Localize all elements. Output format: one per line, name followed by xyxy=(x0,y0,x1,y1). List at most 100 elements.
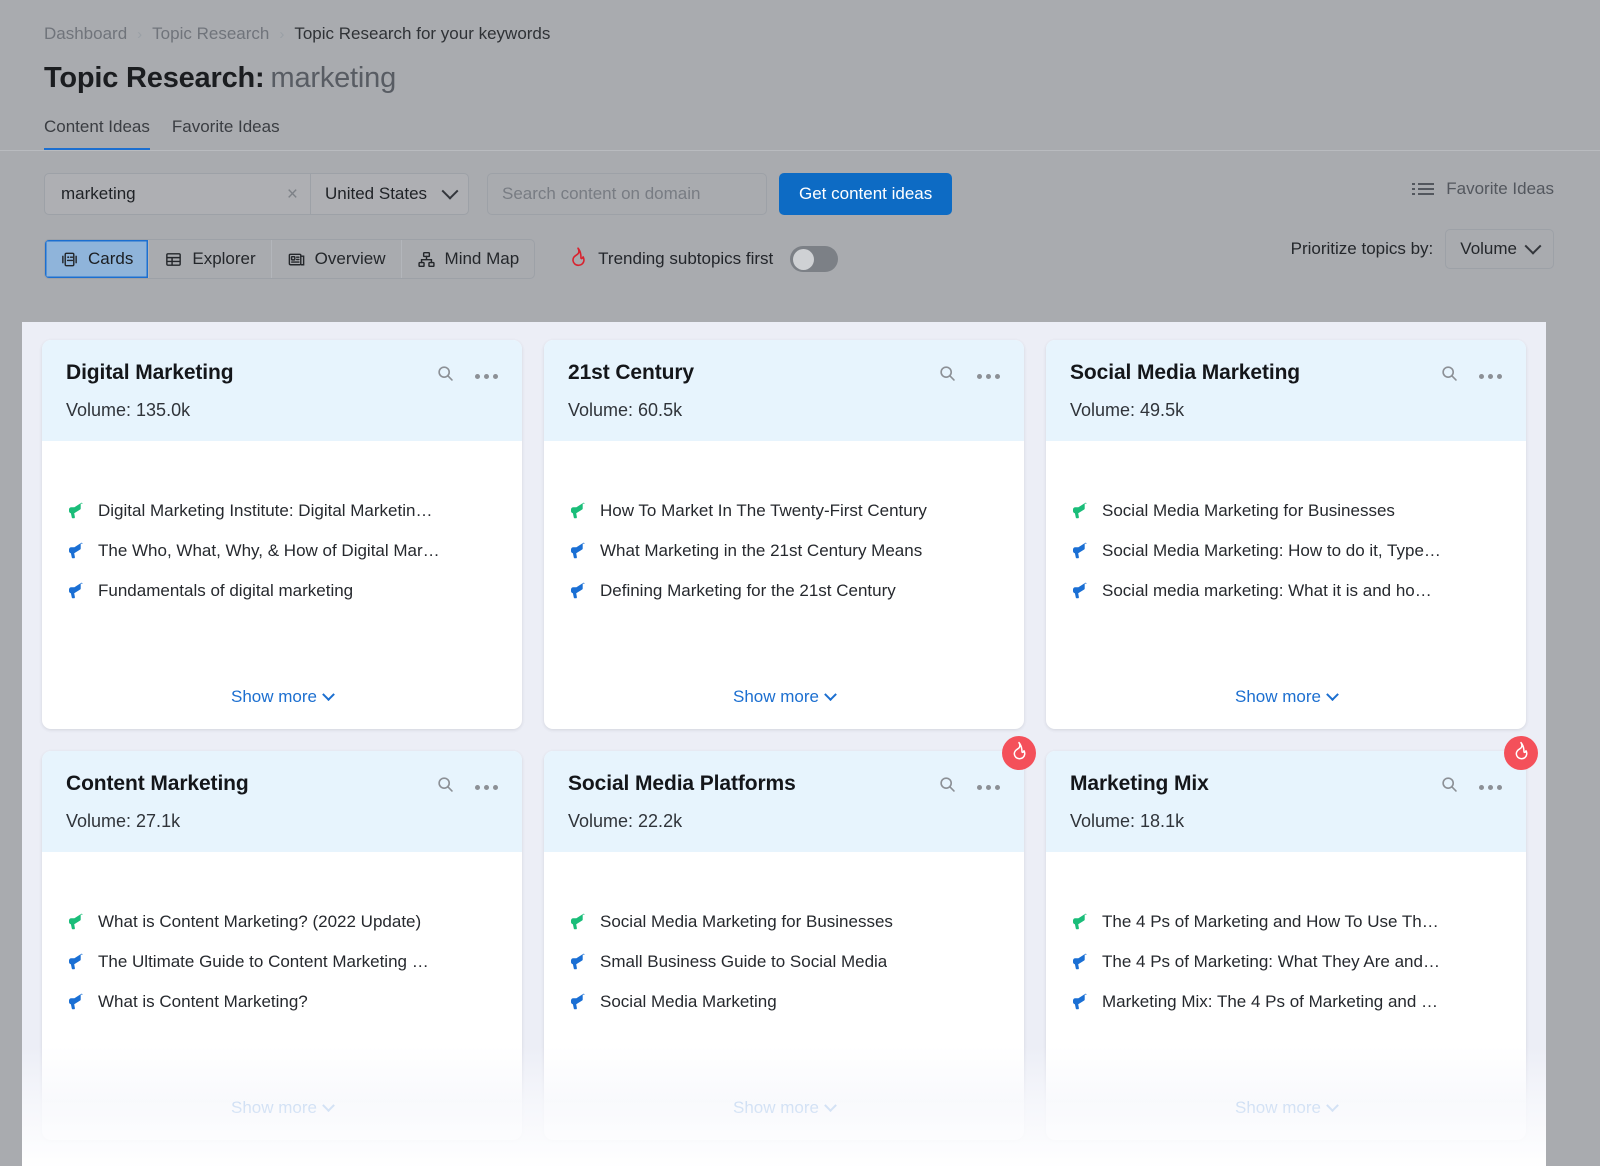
content-idea-item[interactable]: Small Business Guide to Social Media xyxy=(568,952,1000,972)
tab-favorite-ideas[interactable]: Favorite Ideas xyxy=(172,117,280,151)
overview-icon xyxy=(287,250,306,269)
view-explorer-button[interactable]: Explorer xyxy=(149,240,272,278)
favorite-ideas-link[interactable]: Favorite Ideas xyxy=(1412,179,1554,199)
topic-card-actions xyxy=(1440,772,1502,799)
topic-card-body: Social Media Marketing for Businesses Sma… xyxy=(544,852,1024,1140)
content-idea-item[interactable]: How To Market In The Twenty-First Centur… xyxy=(568,501,1000,521)
megaphone-icon xyxy=(568,501,588,521)
page-title-keyword: marketing xyxy=(270,62,397,94)
megaphone-icon xyxy=(66,581,86,601)
get-content-ideas-button[interactable]: Get content ideas xyxy=(779,173,953,215)
breadcrumb-item-topic-research[interactable]: Topic Research xyxy=(152,24,269,44)
trending-subtopics-toggle[interactable] xyxy=(790,246,839,272)
content-idea-item[interactable]: Social Media Marketing for Businesses xyxy=(568,912,1000,932)
keyword-input[interactable]: marketing × xyxy=(45,174,310,214)
content-idea-item[interactable]: The 4 Ps of Marketing and How To Use Th… xyxy=(1070,912,1502,932)
content-idea-item[interactable]: Fundamentals of digital marketing xyxy=(66,581,498,601)
search-icon[interactable] xyxy=(436,775,455,799)
clear-icon[interactable]: × xyxy=(287,185,298,204)
view-cards-button[interactable]: Cards xyxy=(45,240,150,278)
more-options-icon[interactable] xyxy=(1479,367,1502,386)
mindmap-icon xyxy=(417,250,436,269)
show-more-button[interactable]: Show more xyxy=(66,1098,498,1140)
view-mind-map-button[interactable]: Mind Map xyxy=(402,240,535,278)
content-idea-item[interactable]: The 4 Ps of Marketing: What They Are and… xyxy=(1070,952,1502,972)
view-mode-group: Cards Explorer Overview Mind Map xyxy=(44,239,536,279)
show-more-button[interactable]: Show more xyxy=(1070,687,1502,729)
content-idea-item[interactable]: Social Media Marketing: How to do it, Ty… xyxy=(1070,541,1502,561)
show-more-button[interactable]: Show more xyxy=(1070,1098,1502,1140)
content-idea-title: The 4 Ps of Marketing and How To Use Th… xyxy=(1102,912,1439,931)
toggle-knob xyxy=(793,248,815,270)
search-icon[interactable] xyxy=(436,364,455,388)
topic-card-volume: Volume: 49.5k xyxy=(1070,400,1185,420)
megaphone-icon xyxy=(1070,501,1090,521)
content-idea-title: Social Media Marketing: How to do it, Ty… xyxy=(1102,541,1441,560)
more-options-icon[interactable] xyxy=(1479,778,1502,797)
show-more-button[interactable]: Show more xyxy=(568,1098,1000,1140)
megaphone-icon xyxy=(66,992,86,1012)
content-idea-item[interactable]: What Marketing in the 21st Century Means xyxy=(568,541,1000,561)
search-icon[interactable] xyxy=(1440,364,1459,388)
megaphone-icon xyxy=(66,912,86,932)
view-overview-button[interactable]: Overview xyxy=(272,240,402,278)
content-idea-item[interactable]: Social media marketing: What it is and h… xyxy=(1070,581,1502,601)
content-idea-item[interactable]: The Ultimate Guide to Content Marketing … xyxy=(66,952,498,972)
page-header-area: Dashboard › Topic Research › Topic Resea… xyxy=(0,0,1600,279)
more-options-icon[interactable] xyxy=(977,367,1000,386)
topic-card[interactable]: Social Media Platforms Volume: 22.2k Socia… xyxy=(544,736,1036,1140)
content-idea-title: Defining Marketing for the 21st Century xyxy=(600,581,896,600)
content-idea-title: What is Content Marketing? xyxy=(98,992,308,1011)
view-overview-label: Overview xyxy=(314,249,386,268)
content-idea-item[interactable]: Defining Marketing for the 21st Century xyxy=(568,581,1000,601)
content-idea-item[interactable]: Social Media Marketing xyxy=(568,992,1000,1012)
megaphone-icon xyxy=(1070,581,1090,601)
topic-card-body: The 4 Ps of Marketing and How To Use Th…… xyxy=(1046,852,1526,1140)
topic-card[interactable]: Marketing Mix Volume: 18.1k The 4 Ps of Ma… xyxy=(1046,736,1538,1140)
content-ideas-panel: Digital Marketing Volume: 135.0k Digital M… xyxy=(22,322,1546,1166)
content-idea-title: The Ultimate Guide to Content Marketing … xyxy=(98,952,429,971)
megaphone-icon xyxy=(66,952,86,972)
topic-card-header: Marketing Mix Volume: 18.1k xyxy=(1046,751,1526,852)
topic-card-header: Content Marketing Volume: 27.1k xyxy=(42,751,522,852)
topic-card-title: Content Marketing xyxy=(66,772,249,795)
topic-card-header: Social Media Marketing Volume: 49.5k xyxy=(1046,340,1526,441)
content-idea-item[interactable]: What is Content Marketing? (2022 Update) xyxy=(66,912,498,932)
megaphone-icon xyxy=(1070,912,1090,932)
search-icon[interactable] xyxy=(938,364,957,388)
megaphone-icon xyxy=(568,581,588,601)
domain-search-input[interactable] xyxy=(487,173,767,215)
chevron-down-icon xyxy=(824,688,837,702)
megaphone-icon xyxy=(568,992,588,1012)
content-idea-item[interactable]: Digital Marketing Institute: Digital Mar… xyxy=(66,501,498,521)
topic-card[interactable]: Social Media Marketing Volume: 49.5k Socia… xyxy=(1046,340,1526,729)
more-options-icon[interactable] xyxy=(475,778,498,797)
more-options-icon[interactable] xyxy=(475,367,498,386)
content-idea-title: Fundamentals of digital marketing xyxy=(98,581,354,600)
breadcrumb-item-dashboard[interactable]: Dashboard xyxy=(44,24,127,44)
content-idea-item[interactable]: Social Media Marketing for Businesses xyxy=(1070,501,1502,521)
show-more-button[interactable]: Show more xyxy=(568,687,1000,729)
prioritize-select[interactable]: Volume xyxy=(1445,229,1554,269)
toolbar: marketing × United States Get content id… xyxy=(0,151,1600,279)
topic-card[interactable]: Digital Marketing Volume: 135.0k Digital M… xyxy=(42,340,522,729)
chevron-down-icon xyxy=(1524,237,1542,255)
megaphone-icon xyxy=(568,952,588,972)
tab-content-ideas[interactable]: Content Ideas xyxy=(44,117,150,151)
trending-subtopics-label: Trending subtopics first xyxy=(598,249,774,268)
topic-card-actions xyxy=(938,361,1000,388)
content-idea-item[interactable]: The Who, What, Why, & How of Digital Mar… xyxy=(66,541,498,561)
search-icon[interactable] xyxy=(1440,775,1459,799)
chevron-down-icon xyxy=(824,1099,837,1113)
topic-card-title: Marketing Mix xyxy=(1070,772,1209,795)
chevron-down-icon xyxy=(1326,1099,1339,1113)
database-select[interactable]: United States xyxy=(310,174,468,214)
content-idea-item[interactable]: Marketing Mix: The 4 Ps of Marketing and… xyxy=(1070,992,1502,1012)
topic-card[interactable]: 21st Century Volume: 60.5k How To Market I… xyxy=(544,340,1024,729)
more-options-icon[interactable] xyxy=(977,778,1000,797)
show-more-button[interactable]: Show more xyxy=(66,687,498,729)
content-idea-title: Small Business Guide to Social Media xyxy=(600,952,888,971)
content-idea-item[interactable]: What is Content Marketing? xyxy=(66,992,498,1012)
search-icon[interactable] xyxy=(938,775,957,799)
topic-card[interactable]: Content Marketing Volume: 27.1k What is Co… xyxy=(42,751,522,1140)
